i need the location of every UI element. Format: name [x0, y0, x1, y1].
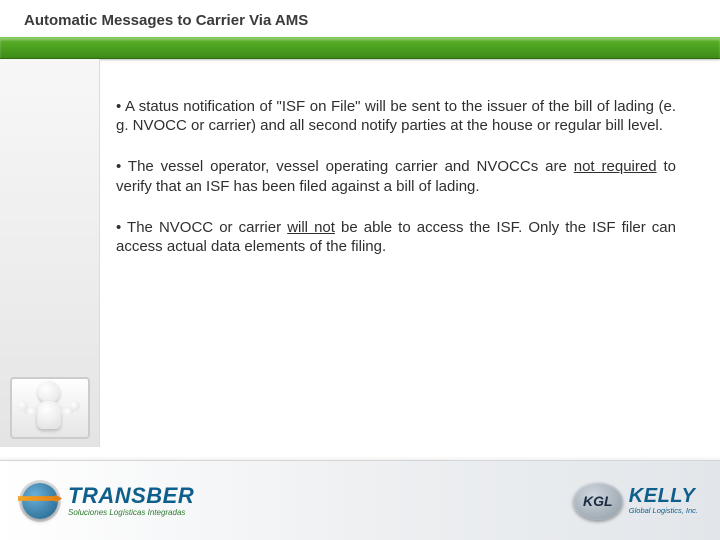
kelly-name: KELLY [629, 486, 698, 506]
bullet-item: • The NVOCC or carrier will not be able … [116, 218, 676, 256]
kelly-tagline: Global Logistics, Inc. [629, 507, 698, 515]
kgl-kelly-logo: KGL KELLY Global Logistics, Inc. [573, 482, 698, 520]
transber-logo: TRANSBER Soluciones Logísticas Integrada… [22, 483, 194, 519]
bullet-text: • The NVOCC or carrier [116, 219, 287, 236]
bullet-item: • A status notification of "ISF on File"… [116, 97, 676, 135]
bullet-text: • The vessel operator, vessel operating … [116, 158, 574, 175]
globe-icon [22, 483, 58, 519]
page-title: Automatic Messages to Carrier Via AMS [0, 0, 720, 37]
bullet-list: • A status notification of "ISF on File"… [116, 97, 676, 278]
bullet-item: • The vessel operator, vessel operating … [116, 157, 676, 195]
sidebar-panel [0, 59, 100, 447]
bullet-underline: not required [574, 158, 657, 175]
kgl-badge: KGL [573, 482, 623, 520]
accent-band [0, 37, 720, 59]
bullet-text: • A status notification of "ISF on File"… [116, 98, 676, 134]
transber-tagline: Soluciones Logísticas Integradas [68, 509, 194, 517]
footer: TRANSBER Soluciones Logísticas Integrada… [0, 460, 720, 540]
content-area: • A status notification of "ISF on File"… [0, 59, 720, 447]
arrow-icon [18, 495, 62, 503]
presenter-figure-icon [6, 321, 94, 441]
bullet-underline: will not [287, 219, 335, 236]
transber-name: TRANSBER [68, 485, 194, 507]
